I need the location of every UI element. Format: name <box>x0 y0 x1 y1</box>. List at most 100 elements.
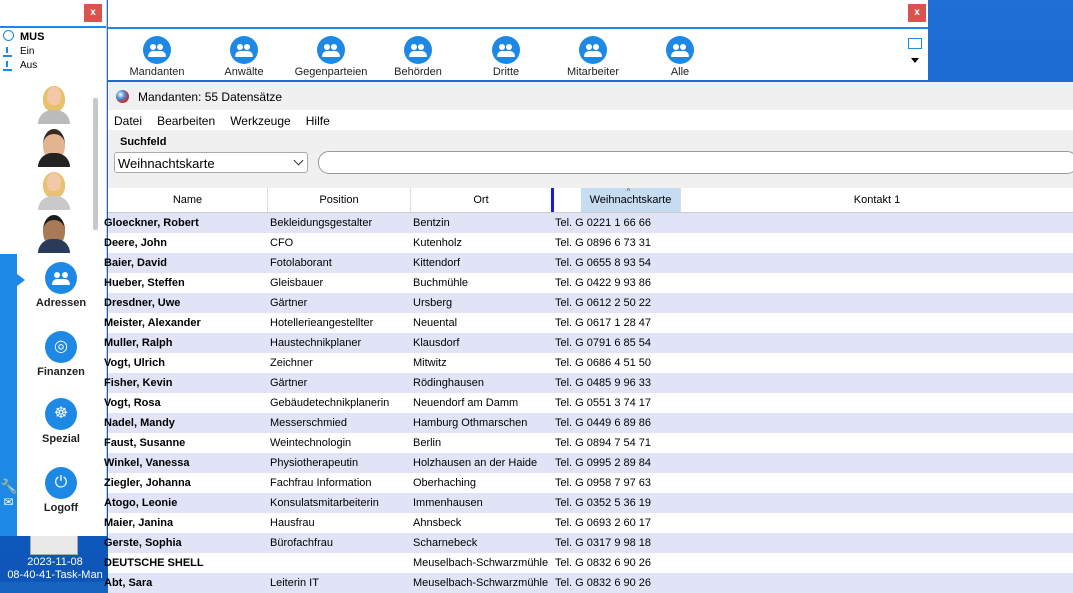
cell-position: Konsulatsmitarbeiterin <box>270 497 379 509</box>
people-head <box>62 272 68 278</box>
cell-weihnachtskarte: Tel. G 0832 6 90 26 <box>555 577 652 589</box>
column-drag-marker <box>551 188 554 212</box>
col-header-kontakt1[interactable]: Kontakt 1 <box>681 188 1073 212</box>
people-head <box>411 44 417 50</box>
cell-weihnachtskarte: Tel. G 0485 9 96 33 <box>555 377 652 389</box>
table-row[interactable]: Fisher, Kevin Gärtner Rödinghausen Tel. G 0… <box>104 373 1073 393</box>
window-restore-icon[interactable] <box>908 38 922 49</box>
cell-position: Bürofachfrau <box>270 537 333 549</box>
cell-name: Ziegler, Johanna <box>104 477 191 489</box>
table-body: Gloeckner, Robert Bekleidungsgestalter Ben… <box>104 213 1073 593</box>
people-icon <box>45 262 77 294</box>
nav-logoff[interactable]: ⏻ Logoff <box>17 467 105 514</box>
nav-finanzen[interactable]: ◎ Finanzen <box>17 331 105 378</box>
status-on-row[interactable]: Ein <box>0 45 106 59</box>
people-head <box>680 44 686 50</box>
avatar[interactable] <box>17 125 93 168</box>
table-header: Name Position Ort ^ Weihnachtskarte Kont… <box>108 188 1073 213</box>
people-head <box>331 44 337 50</box>
search-input[interactable] <box>318 151 1073 174</box>
people-icon <box>579 36 607 64</box>
cell-name: Vogt, Ulrich <box>104 357 165 369</box>
table-row[interactable]: Meister, Alexander Hotellerieangestellter… <box>104 313 1073 333</box>
cell-position: Haustechnikplaner <box>270 337 362 349</box>
cell-name: Meister, Alexander <box>104 317 201 329</box>
toolbar-anwaelte-button[interactable]: Anwälte <box>199 36 289 78</box>
chevron-down-icon[interactable] <box>911 58 919 63</box>
table-row[interactable]: Winkel, Vanessa Physiotherapeutin Holzhaus… <box>104 453 1073 473</box>
toolbar-gegenparteien-button[interactable]: Gegenparteien <box>286 36 376 78</box>
table-row[interactable]: Atogo, Leonie Konsulatsmitarbeiterin Immen… <box>104 493 1073 513</box>
left-sidebar-window: x MUS Ein Aus Adressen ◎ Finanzen ☸ Spez… <box>0 0 107 536</box>
table-row[interactable]: Faust, Susanne Weintechnologin Berlin Tel. … <box>104 433 1073 453</box>
cell-ort: Meuselbach-Schwarzmühle <box>413 577 549 589</box>
toolbar-mitarbeiter-button[interactable]: Mitarbeiter <box>548 36 638 78</box>
cell-ort: Mitwitz <box>413 357 447 369</box>
table-row[interactable]: Gloeckner, Robert Bekleidungsgestalter Ben… <box>104 213 1073 233</box>
menu-bearbeiten[interactable]: Bearbeiten <box>151 110 221 128</box>
cell-position: Zeichner <box>270 357 313 369</box>
people-body <box>148 51 166 57</box>
table-row[interactable]: Gerste, Sophia Bürofachfrau Scharnebeck Tel… <box>104 533 1073 553</box>
avatar[interactable] <box>17 82 93 125</box>
avatar[interactable] <box>17 168 93 211</box>
toolbar-button-label: Dritte <box>492 66 520 78</box>
cell-position: Messerschmied <box>270 417 348 429</box>
people-head <box>499 44 505 50</box>
menu-werkzeuge[interactable]: Werkzeuge <box>224 110 296 128</box>
col-header-weihnachtskarte[interactable]: ^ Weihnachtskarte <box>581 188 681 212</box>
toolbar-button-label: Mandanten <box>129 66 185 78</box>
cell-position: Fotolaborant <box>270 257 332 269</box>
left-close-button[interactable]: x <box>84 4 102 22</box>
download-icon <box>3 61 12 71</box>
clock-date: 2023-11-08 <box>27 556 83 568</box>
table-row[interactable]: Baier, David Fotolaborant Kittendorf Tel. G… <box>104 253 1073 273</box>
table-row[interactable]: DEUTSCHE SHELL Meuselbach-Schwarzmühle Tel… <box>104 553 1073 573</box>
wrench-icon[interactable]: 🔧 <box>0 478 17 495</box>
toolbar-dritte-button[interactable]: Dritte <box>461 36 551 78</box>
search-field-select[interactable]: Weihnachtskarte <box>114 152 308 173</box>
table-row[interactable]: Nadel, Mandy Messerschmied Hamburg Othmars… <box>104 413 1073 433</box>
table-row[interactable]: Abt, Sara Leiterin IT Meuselbach-Schwarzmü… <box>104 573 1073 593</box>
avatar-body <box>38 153 70 167</box>
menu-datei[interactable]: Datei <box>108 110 148 128</box>
toolbar-button-label: Mitarbeiter <box>567 66 619 78</box>
table-row[interactable]: Vogt, Rosa Gebäudetechnikplanerin Neuendor… <box>104 393 1073 413</box>
main-window: Mandanten: 55 Datensätze Datei Bearbeite… <box>104 82 1073 593</box>
cell-ort: Immenhausen <box>413 497 483 509</box>
cell-position <box>270 553 410 573</box>
table-row[interactable]: Vogt, Ulrich Zeichner Mitwitz Tel. G 0686 4… <box>104 353 1073 373</box>
col-header-ort[interactable]: Ort <box>411 188 552 212</box>
toolbar-button-label: Alle <box>670 66 690 78</box>
cell-ort: Klausdorf <box>413 337 460 349</box>
coins-icon: ◎ <box>45 331 77 363</box>
table-row[interactable]: Muller, Ralph Haustechnikplaner Klausdorf T… <box>104 333 1073 353</box>
mail-icon[interactable]: ✉ <box>0 495 17 509</box>
toolbar-close-button[interactable]: x <box>908 4 926 22</box>
toolbar-mandanten-button[interactable]: Mandanten <box>112 36 202 78</box>
toolbar-behoerden-button[interactable]: Behörden <box>373 36 463 78</box>
status-off-row[interactable]: Aus <box>0 59 106 73</box>
cell-position: Fachfrau Information <box>270 477 372 489</box>
table-row[interactable]: Deere, John CFO Kutenholz Tel. G 0896 6 73 … <box>104 233 1073 253</box>
cell-position: Gebäudetechnikplanerin <box>270 397 390 409</box>
table-row[interactable]: Ziegler, Johanna Fachfrau Information Ober… <box>104 473 1073 493</box>
table-row[interactable]: Hueber, Steffen Gleisbauer Buchmühle Tel. G… <box>104 273 1073 293</box>
col-header-position[interactable]: Position <box>268 188 411 212</box>
table-row[interactable]: Dresdner, Uwe Gärtner Ursberg Tel. G 0612 2… <box>104 293 1073 313</box>
nav-adressen[interactable]: Adressen <box>17 262 105 309</box>
cell-ort: Buchmühle <box>413 277 469 289</box>
window-title: Mandanten: 55 Datensätze <box>138 90 283 104</box>
avatar-body <box>38 239 70 253</box>
nav-spezial[interactable]: ☸ Spezial <box>17 398 105 445</box>
toolbar-alle-button[interactable]: Alle <box>635 36 725 78</box>
avatar-scrollbar[interactable] <box>93 98 98 230</box>
menu-hilfe[interactable]: Hilfe <box>300 110 336 128</box>
cell-name: DEUTSCHE SHELL <box>104 557 204 569</box>
toolbar-button-label: Behörden <box>394 66 442 78</box>
table-row[interactable]: Maier, Janina Hausfrau Ahnsbeck Tel. G 0693… <box>104 513 1073 533</box>
cell-ort: Berlin <box>413 437 442 449</box>
avatar[interactable] <box>17 211 93 254</box>
clock-icon <box>3 30 14 41</box>
col-header-name[interactable]: Name <box>108 188 268 212</box>
